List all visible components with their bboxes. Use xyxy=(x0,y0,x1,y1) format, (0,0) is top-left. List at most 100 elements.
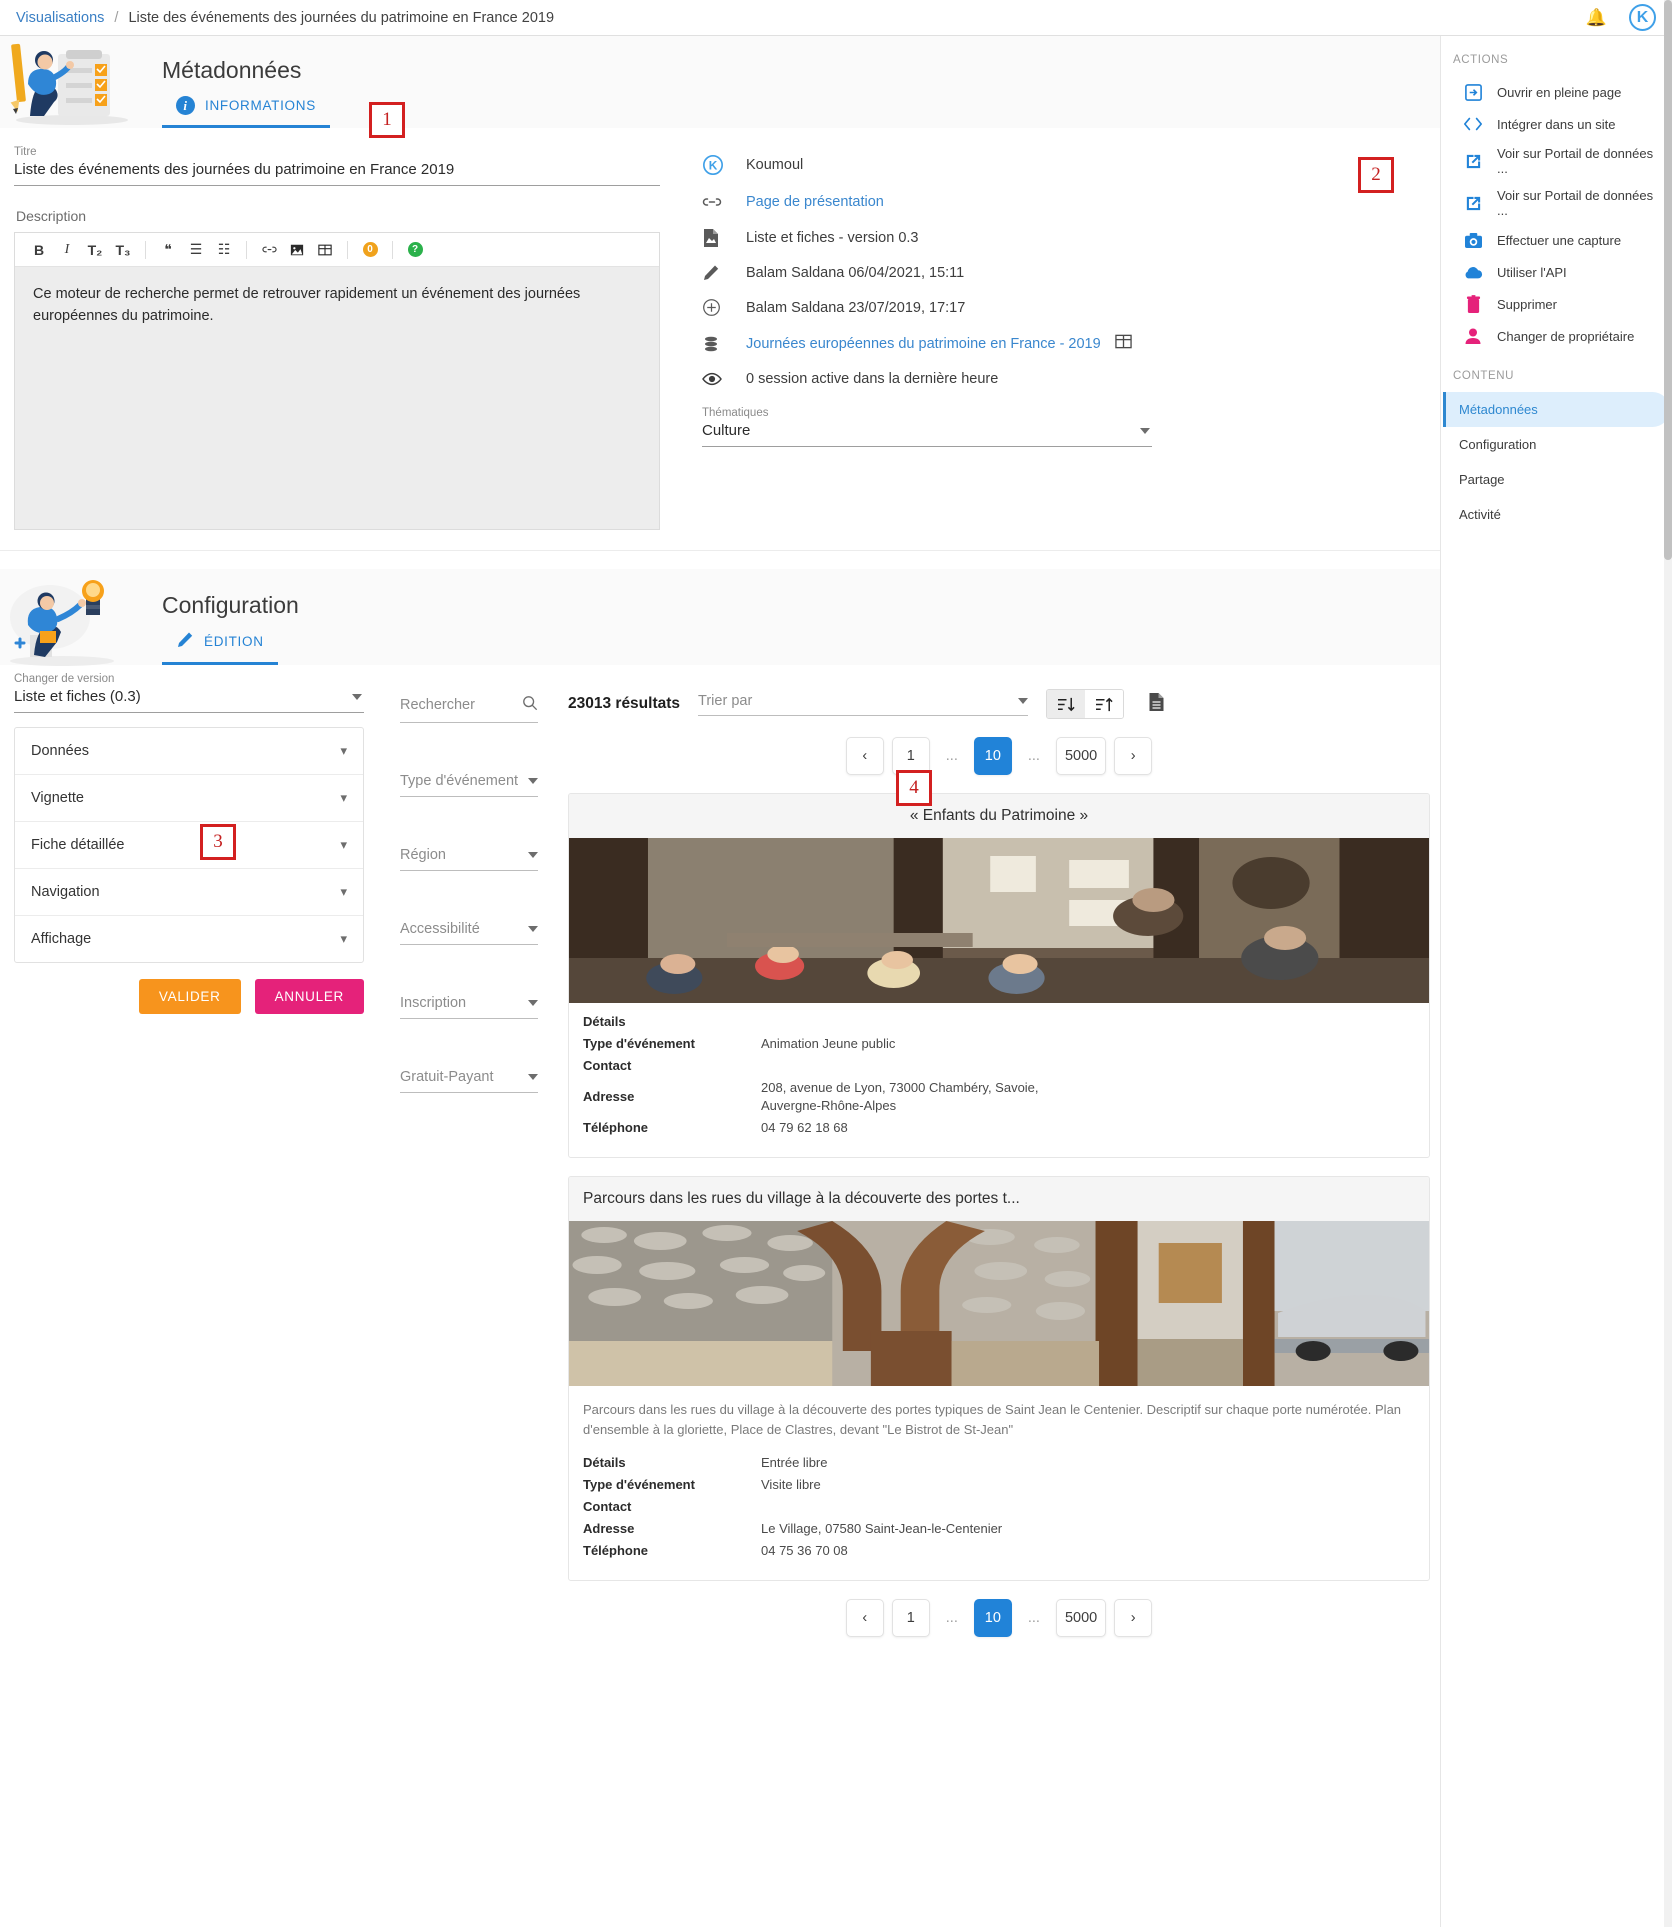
pagination-page-current[interactable]: 10 xyxy=(973,737,1012,775)
search-input-placeholder: Rechercher xyxy=(400,697,475,713)
sidebar-item-configuration[interactable]: Configuration xyxy=(1443,427,1670,462)
dataset-link[interactable]: Journées européennes du patrimoine en Fr… xyxy=(746,336,1101,352)
version-select[interactable]: Liste et fiches (0.3) xyxy=(14,685,364,713)
description-label: Description xyxy=(16,208,87,224)
sidebar-item-activite[interactable]: Activité xyxy=(1443,497,1670,532)
pagination-next[interactable]: › xyxy=(1114,1598,1153,1637)
validate-button[interactable]: VALIDER xyxy=(138,979,241,1014)
tab-edition[interactable]: ÉDITION xyxy=(162,631,278,665)
thematiques-select[interactable]: Culture xyxy=(702,419,1152,447)
results-count: 23013 résultats xyxy=(568,695,681,712)
thematiques-field: Thématiques Culture xyxy=(702,407,1152,447)
pagination-prev[interactable]: ‹ xyxy=(845,737,884,775)
sidebar-item-partage[interactable]: Partage xyxy=(1443,462,1670,497)
table-icon[interactable] xyxy=(1114,333,1132,355)
help-icon[interactable]: ? xyxy=(401,236,429,264)
link-icon xyxy=(702,192,730,212)
filter-type-evenement[interactable]: Type d'événement xyxy=(400,773,538,797)
toolbar-divider xyxy=(246,240,247,259)
contenu-section: CONTENU Métadonnées Configuration Partag… xyxy=(1441,370,1672,532)
table-icon[interactable] xyxy=(311,236,339,264)
sort-direction-toggle xyxy=(1046,689,1125,719)
sort-ascending-icon[interactable] xyxy=(1085,690,1124,718)
top-bar-actions: 🔔 K xyxy=(1586,4,1656,31)
pagination-page-last[interactable]: 5000 xyxy=(1055,1598,1107,1637)
pagination-next[interactable]: › xyxy=(1114,737,1153,775)
pagination-dots-right: ... xyxy=(1019,737,1048,775)
pagination-prev[interactable]: ‹ xyxy=(845,1598,884,1637)
pagination-page-first[interactable]: 1 xyxy=(891,1598,930,1637)
configuration-tabs: ÉDITION xyxy=(162,631,1440,665)
action-use-api[interactable]: Utiliser l'API xyxy=(1441,256,1672,288)
search-input[interactable]: Rechercher xyxy=(400,695,538,723)
pagination-page-last[interactable]: 5000 xyxy=(1055,737,1107,775)
action-delete[interactable]: Supprimer xyxy=(1441,288,1672,320)
sort-descending-icon[interactable] xyxy=(1047,690,1086,718)
cancel-button[interactable]: ANNULER xyxy=(254,979,364,1014)
action-embed-site[interactable]: Intégrer dans un site xyxy=(1441,108,1672,140)
filter-region[interactable]: Région xyxy=(400,847,538,871)
detail-value: 04 79 62 18 68 xyxy=(761,1120,848,1136)
italic-icon[interactable]: I xyxy=(53,236,81,264)
version-label: Changer de version xyxy=(14,673,115,685)
titre-input[interactable]: Liste des événements des journées du pat… xyxy=(14,161,660,186)
table-row: Détails xyxy=(583,1013,1415,1032)
pagination-page-current[interactable]: 10 xyxy=(973,1598,1012,1637)
configuration-card: Configuration ÉDITION Changer de version… xyxy=(0,569,1440,1655)
action-change-owner[interactable]: Changer de propriétaire xyxy=(1441,320,1672,352)
action-capture[interactable]: Effectuer une capture xyxy=(1441,224,1672,256)
numbered-list-icon[interactable]: ☷ xyxy=(210,236,238,264)
database-icon xyxy=(702,335,730,353)
action-open-fullpage[interactable]: Ouvrir en pleine page xyxy=(1441,76,1672,108)
preview-icon[interactable]: 0 xyxy=(356,236,384,264)
action-view-portal-2[interactable]: Voir sur Portail de données ... xyxy=(1441,182,1672,224)
bell-icon[interactable]: 🔔 xyxy=(1586,9,1607,26)
sort-select[interactable]: Trier par xyxy=(698,692,1029,716)
page-scrollbar-thumb[interactable] xyxy=(1664,0,1672,560)
metadata-card: Métadonnées i INFORMATIONS Titre Liste d… xyxy=(0,36,1440,551)
breadcrumb-root[interactable]: Visualisations xyxy=(16,10,104,26)
result-card-details: Détails Entrée libre Type d'événement Visi… xyxy=(569,1444,1429,1579)
koumoul-logo-icon[interactable]: K xyxy=(1629,4,1656,31)
info-row-dataset: Journées européennes du patrimoine en Fr… xyxy=(702,333,1426,355)
accordion-vignette[interactable]: Vignette ▾ xyxy=(15,775,363,822)
description-textarea[interactable]: Ce moteur de recherche permet de retrouv… xyxy=(15,267,659,529)
filter-inscription-label: Inscription xyxy=(400,995,467,1011)
table-row: Adresse 208, avenue de Lyon, 73000 Chambé… xyxy=(583,1079,1415,1117)
accordion-navigation[interactable]: Navigation ▾ xyxy=(15,869,363,916)
annotation-marker-1: 1 xyxy=(369,102,405,138)
accordion-fiche-detaillee[interactable]: Fiche détaillée ▾ xyxy=(15,822,363,869)
accordion-donnees[interactable]: Données ▾ xyxy=(15,728,363,775)
sidebar-item-metadonnees[interactable]: Métadonnées xyxy=(1443,392,1670,427)
filter-inscription[interactable]: Inscription xyxy=(400,995,538,1019)
quote-icon[interactable]: ❝ xyxy=(154,236,182,264)
action-change-owner-label: Changer de propriétaire xyxy=(1497,328,1635,344)
filter-accessibilite[interactable]: Accessibilité xyxy=(400,921,538,945)
chevron-down-icon: ▾ xyxy=(340,837,347,852)
table-row: Type d'événement Visite libre xyxy=(583,1476,1415,1495)
filter-gratuit-payant[interactable]: Gratuit-Payant xyxy=(400,1069,538,1093)
heading-3-icon[interactable]: T₃ xyxy=(109,236,137,264)
result-card-image xyxy=(569,1221,1429,1387)
chevron-down-icon xyxy=(528,1074,538,1080)
download-file-icon[interactable] xyxy=(1148,692,1165,717)
result-card[interactable]: « Enfants du Patrimoine » Détails Type d… xyxy=(568,793,1430,1159)
tab-informations[interactable]: i INFORMATIONS xyxy=(162,96,330,128)
accordion-affichage[interactable]: Affichage ▾ xyxy=(15,916,363,962)
bullet-list-icon[interactable]: ☰ xyxy=(182,236,210,264)
result-card-description: Parcours dans les rues du village à la d… xyxy=(583,1402,1402,1438)
heading-2-icon[interactable]: T₂ xyxy=(81,236,109,264)
presentation-page-link[interactable]: Page de présentation xyxy=(746,194,884,210)
sort-select-placeholder: Trier par xyxy=(698,692,753,709)
toolbar-divider xyxy=(392,240,393,259)
filter-type-evenement-label: Type d'événement xyxy=(400,773,519,789)
result-card[interactable]: Parcours dans les rues du village à la d… xyxy=(568,1176,1430,1581)
breadcrumb-separator: / xyxy=(114,9,119,26)
detail-key: Détails xyxy=(583,1455,626,1471)
bold-icon[interactable]: B xyxy=(25,236,53,264)
link-icon[interactable] xyxy=(255,236,283,264)
actions-header: ACTIONS xyxy=(1453,54,1509,66)
chevron-down-icon xyxy=(528,778,538,784)
image-icon[interactable] xyxy=(283,236,311,264)
action-view-portal-1[interactable]: Voir sur Portail de données ... xyxy=(1441,140,1672,182)
